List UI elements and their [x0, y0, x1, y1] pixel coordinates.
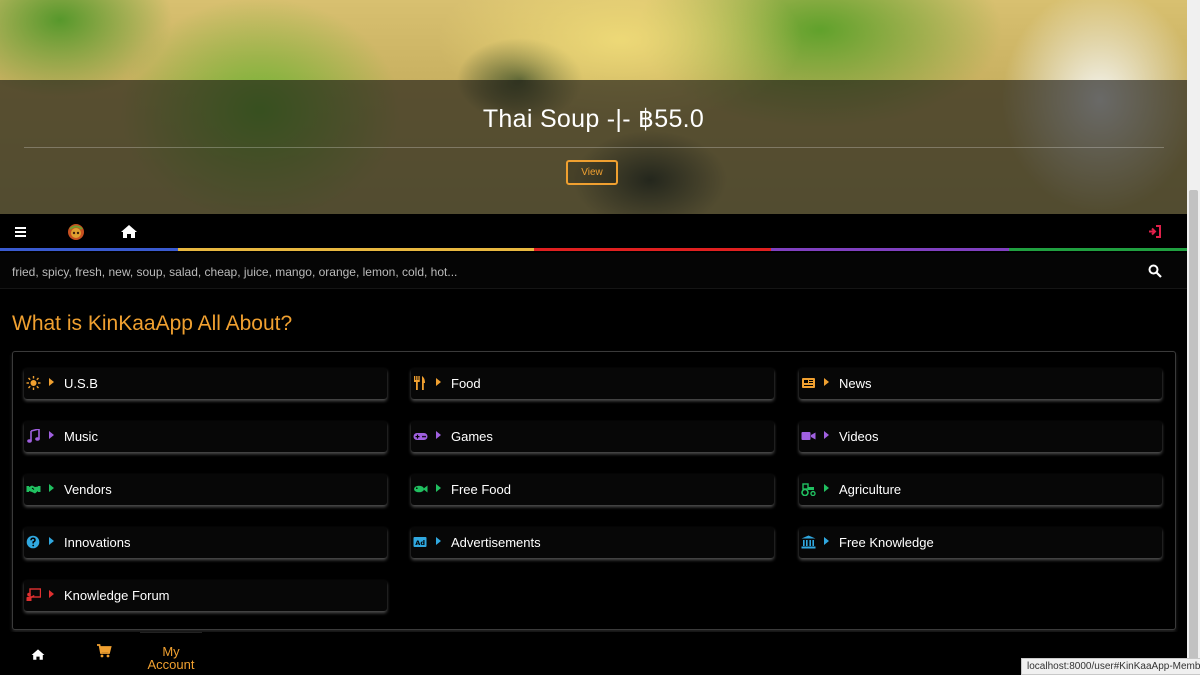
- category-label: Free Knowledge: [839, 535, 934, 550]
- category-label: Innovations: [64, 535, 131, 550]
- category-label: Advertisements: [451, 535, 541, 550]
- category-music[interactable]: Music: [24, 421, 387, 452]
- category-agriculture[interactable]: Agriculture: [799, 474, 1162, 505]
- category-videos[interactable]: Videos: [799, 421, 1162, 452]
- caret-right-icon: [49, 378, 54, 386]
- ad-icon: Ad: [413, 535, 428, 549]
- category-news[interactable]: News: [799, 368, 1162, 399]
- search-input[interactable]: [12, 263, 1112, 281]
- category-food[interactable]: Food: [411, 368, 774, 399]
- top-navbar: [0, 214, 1187, 250]
- caret-right-icon: [824, 537, 829, 545]
- my-account-tab[interactable]: My Account: [140, 632, 202, 675]
- home-icon[interactable]: [30, 647, 46, 663]
- status-url-tooltip: localhost:8000/user#KinKaaApp-Member: [1021, 658, 1200, 675]
- svg-text:Ad: Ad: [415, 539, 425, 547]
- video-icon: [801, 429, 816, 443]
- logout-icon[interactable]: [1145, 222, 1165, 242]
- category-label: U.S.B: [64, 376, 98, 391]
- newspaper-icon: [801, 376, 816, 390]
- category-label: News: [839, 376, 872, 391]
- section-title: What is KinKaaApp All About?: [12, 312, 293, 335]
- caret-right-icon: [436, 537, 441, 545]
- search-bar: [0, 253, 1187, 289]
- caret-right-icon: [436, 484, 441, 492]
- category-label: Knowledge Forum: [64, 588, 170, 603]
- caret-right-icon: [49, 590, 54, 598]
- hero-banner: Thai Soup -|- ฿55.0 View: [0, 0, 1187, 214]
- caret-right-icon: [824, 378, 829, 386]
- color-strip: [0, 248, 1187, 251]
- app-logo-icon[interactable]: [66, 222, 86, 242]
- home-icon[interactable]: [119, 222, 139, 242]
- category-label: Agriculture: [839, 482, 902, 497]
- caret-right-icon: [49, 537, 54, 545]
- caret-right-icon: [436, 431, 441, 439]
- caret-right-icon: [824, 484, 829, 492]
- caret-right-icon: [49, 431, 54, 439]
- category-label: Food: [451, 376, 481, 391]
- category-label: Videos: [839, 429, 879, 444]
- category-label: Free Food: [451, 482, 511, 497]
- caret-right-icon: [436, 378, 441, 386]
- university-icon: [801, 535, 816, 549]
- fish-icon: [413, 482, 428, 496]
- category-innovations[interactable]: Innovations: [24, 527, 387, 558]
- category-label: Games: [451, 429, 493, 444]
- hero-title: Thai Soup -|- ฿55.0: [482, 105, 705, 133]
- category-free-food[interactable]: Free Food: [411, 474, 774, 505]
- category-knowledge-forum[interactable]: Knowledge Forum: [24, 580, 387, 611]
- category-free-knowledge[interactable]: Free Knowledge: [799, 527, 1162, 558]
- caret-right-icon: [49, 484, 54, 492]
- menu-icon[interactable]: [12, 222, 32, 242]
- search-icon[interactable]: [1148, 264, 1162, 278]
- hero-divider: [24, 147, 1164, 148]
- handshake-icon: [26, 482, 41, 496]
- utensils-icon: [413, 376, 428, 390]
- category-games[interactable]: Games: [411, 421, 774, 452]
- view-button[interactable]: View: [566, 160, 618, 185]
- tractor-icon: [801, 482, 816, 497]
- page-scrollbar-thumb[interactable]: [1189, 190, 1198, 675]
- chalkboard-teacher-icon: [26, 588, 42, 602]
- sun-icon: [26, 376, 41, 390]
- gamepad-icon: [413, 429, 428, 443]
- category-label: Music: [64, 429, 98, 444]
- cart-icon[interactable]: [96, 643, 112, 659]
- category-advertisements[interactable]: Ad Advertisements: [411, 527, 774, 558]
- question-circle-icon: [26, 535, 41, 549]
- category-usb[interactable]: U.S.B: [24, 368, 387, 399]
- category-label: Vendors: [64, 482, 112, 497]
- music-icon: [26, 427, 41, 443]
- category-vendors[interactable]: Vendors: [24, 474, 387, 505]
- caret-right-icon: [824, 431, 829, 439]
